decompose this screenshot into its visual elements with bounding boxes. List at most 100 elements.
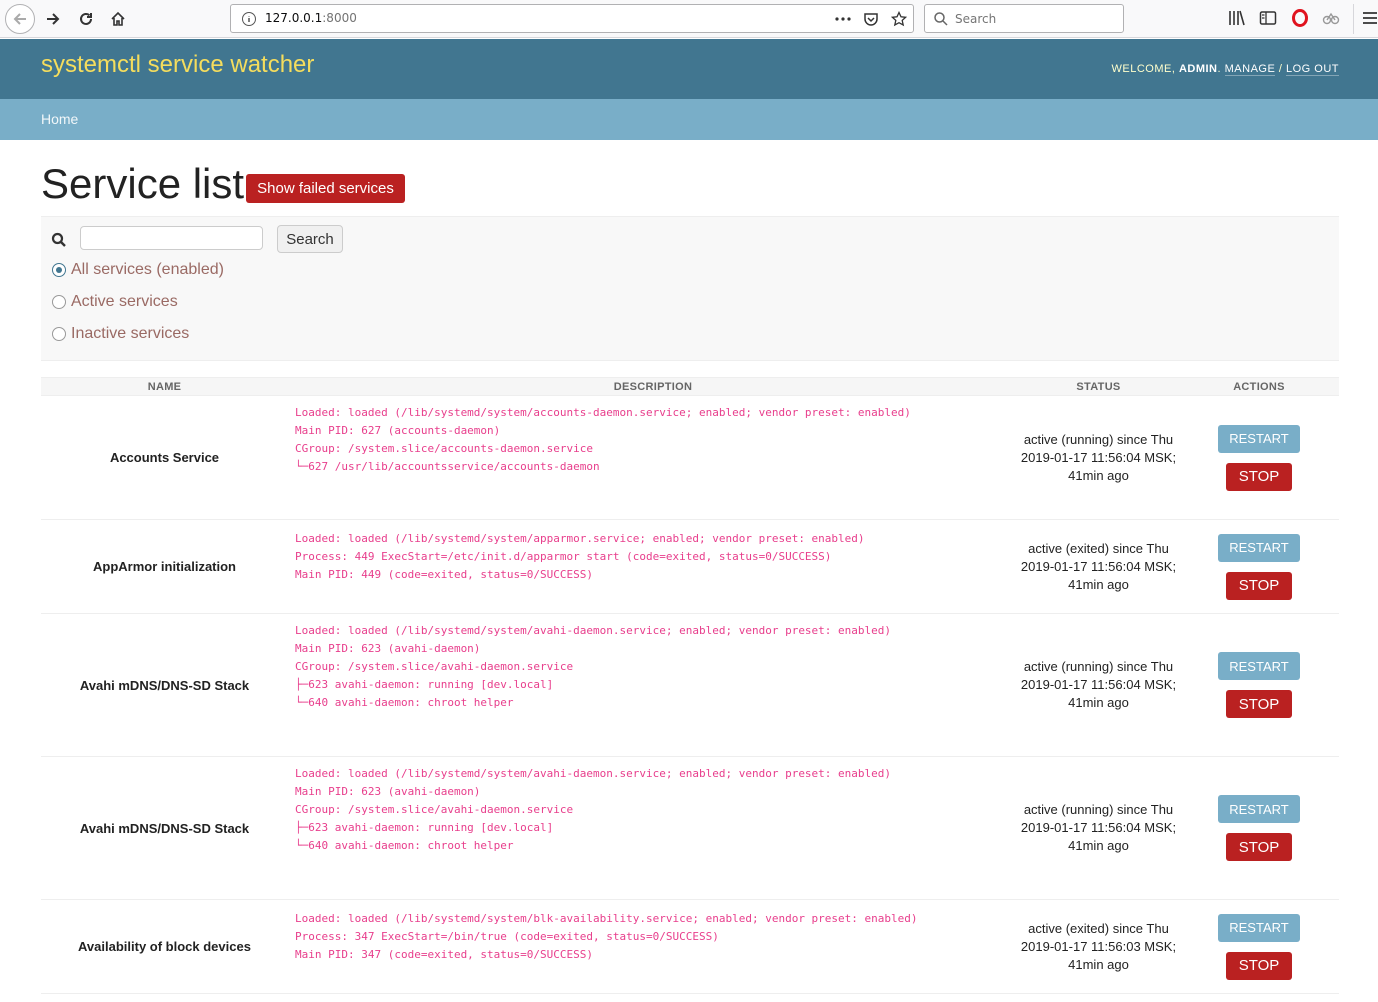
- status-line: 2019-01-17 11:56:03 MSK;: [1020, 938, 1177, 954]
- welcome-text: WELCOME,: [1111, 63, 1179, 75]
- service-name: Accounts Service: [41, 395, 288, 520]
- stop-button[interactable]: STOP: [1226, 833, 1292, 861]
- restart-button[interactable]: RESTART: [1218, 795, 1300, 823]
- service-name: Avahi mDNS/DNS-SD Stack: [41, 613, 288, 757]
- search-icon: [51, 232, 66, 247]
- info-icon[interactable]: [241, 11, 257, 27]
- filter-label-all[interactable]: All services (enabled): [71, 261, 224, 279]
- status-line: active (running) since Thu: [1023, 431, 1174, 447]
- status-line: 41min ago: [1068, 467, 1129, 483]
- service-actions: RESTART STOP: [1179, 519, 1339, 614]
- status-line: 41min ago: [1068, 695, 1129, 710]
- site-title[interactable]: systemctl service watcher: [41, 51, 314, 79]
- restart-button[interactable]: RESTART: [1218, 533, 1300, 562]
- username: ADMIN: [1178, 63, 1218, 75]
- show-failed-services-button[interactable]: Show failed services: [246, 174, 405, 203]
- description-line: Loaded: loaded (/lib/systemd/system/acco…: [295, 406, 911, 419]
- toolbar-divider: [1353, 4, 1354, 34]
- home-button[interactable]: [103, 4, 133, 34]
- search-button[interactable]: Search: [277, 225, 343, 253]
- description-line: CGroup: /system.slice/accounts-daemon.se…: [295, 442, 594, 455]
- logout-link[interactable]: LOG OUT: [1285, 63, 1339, 76]
- user-dot: .: [1217, 63, 1225, 75]
- sidebar-icon[interactable]: [1259, 9, 1277, 27]
- restart-button[interactable]: RESTART: [1218, 424, 1300, 453]
- user-tools: WELCOME, ADMIN. MANAGE / LOG OUT: [1111, 63, 1339, 76]
- forward-button[interactable]: [38, 4, 68, 34]
- browser-search-input[interactable]: [953, 10, 1113, 28]
- description-line: Main PID: 449 (code=exited, status=0/SUC…: [295, 568, 594, 581]
- user-tools-separator: /: [1275, 63, 1286, 75]
- status-line: 2019-01-17 11:56:04 MSK;: [1020, 820, 1177, 835]
- filter-label-active[interactable]: Active services: [71, 293, 178, 311]
- description-line: Process: 347 ExecStart=/bin/true (code=e…: [295, 930, 719, 943]
- service-status: active (exited) since Thu 2019-01-17 11:…: [1018, 899, 1179, 994]
- url-text[interactable]: 127.0.0.1:8000: [265, 11, 357, 25]
- column-header-description[interactable]: DESCRIPTION: [288, 377, 1018, 396]
- extension-icon[interactable]: [1322, 9, 1340, 27]
- stop-button[interactable]: STOP: [1226, 951, 1292, 980]
- description-line: ├─623 avahi-daemon: running [dev.local]: [295, 821, 554, 834]
- page-title: Service list: [41, 160, 245, 207]
- table-row: Avahi mDNS/DNS-SD Stack Loaded: loaded (…: [41, 613, 1339, 757]
- restart-button[interactable]: RESTART: [1218, 652, 1300, 680]
- description-line: Main PID: 623 (avahi-daemon): [295, 642, 481, 655]
- radio-active-services[interactable]: [52, 295, 66, 309]
- filter-option-active[interactable]: Active services: [52, 291, 178, 313]
- service-search-input[interactable]: [80, 226, 263, 250]
- browser-toolbar: 127.0.0.1:8000: [0, 0, 1378, 38]
- restart-button[interactable]: RESTART: [1218, 913, 1300, 942]
- search-icon: [934, 12, 948, 26]
- manage-link[interactable]: MANAGE: [1224, 63, 1276, 76]
- filter-option-all[interactable]: All services (enabled): [52, 259, 224, 281]
- page-actions-icon[interactable]: [835, 17, 851, 21]
- stop-button[interactable]: STOP: [1226, 690, 1292, 718]
- description-line: Main PID: 347 (code=exited, status=0/SUC…: [295, 948, 594, 961]
- home-icon: [111, 11, 125, 26]
- service-status: active (running) since Thu 2019-01-17 11…: [1018, 613, 1179, 757]
- back-button[interactable]: [5, 4, 35, 34]
- status-line: 41min ago: [1068, 576, 1129, 592]
- service-status: active (exited) since Thu 2019-01-17 11:…: [1018, 519, 1179, 614]
- back-arrow-icon: [13, 13, 26, 25]
- stop-button[interactable]: STOP: [1226, 571, 1292, 600]
- reload-button[interactable]: [71, 4, 101, 34]
- status-line: active (running) since Thu: [1023, 659, 1174, 674]
- service-actions: RESTART STOP: [1179, 395, 1339, 520]
- table-row: AppArmor initialization Loaded: loaded (…: [41, 519, 1339, 614]
- radio-all-services[interactable]: [52, 263, 66, 277]
- library-icon[interactable]: [1228, 9, 1246, 27]
- url-bar[interactable]: 127.0.0.1:8000: [230, 4, 914, 33]
- filter-panel: Search All services (enabled) Active ser…: [41, 216, 1339, 361]
- menu-icon[interactable]: [1362, 9, 1378, 27]
- browser-search-bar[interactable]: [924, 4, 1124, 33]
- status-line: active (exited) since Thu: [1028, 920, 1169, 936]
- filter-option-inactive[interactable]: Inactive services: [52, 323, 189, 345]
- service-description: Loaded: loaded (/lib/systemd/system/avah…: [288, 756, 1018, 900]
- pocket-icon[interactable]: [863, 11, 879, 27]
- stop-button[interactable]: STOP: [1226, 462, 1292, 491]
- filter-label-inactive[interactable]: Inactive services: [71, 325, 189, 343]
- service-name: Availability of block devices: [41, 899, 288, 994]
- service-actions: RESTART STOP: [1179, 899, 1339, 994]
- description-line: Main PID: 627 (accounts-daemon): [295, 424, 501, 437]
- status-line: 2019-01-17 11:56:04 MSK;: [1020, 449, 1177, 465]
- radio-inactive-services[interactable]: [52, 327, 66, 341]
- description-line: └─640 avahi-daemon: chroot helper: [295, 839, 514, 852]
- service-status: active (running) since Thu 2019-01-17 11…: [1018, 395, 1179, 520]
- description-line: Loaded: loaded (/lib/systemd/system/blk-…: [295, 912, 918, 925]
- breadcrumb-home-link[interactable]: Home: [41, 111, 78, 127]
- service-description: Loaded: loaded (/lib/systemd/system/acco…: [288, 395, 1018, 520]
- column-header-status[interactable]: STATUS: [1018, 377, 1179, 396]
- breadcrumb: Home: [0, 99, 1378, 140]
- reload-icon: [80, 12, 92, 25]
- column-header-name[interactable]: NAME: [41, 377, 288, 396]
- service-description: Loaded: loaded (/lib/systemd/system/avah…: [288, 613, 1018, 757]
- table-row: Availability of block devices Loaded: lo…: [41, 899, 1339, 994]
- status-line: 2019-01-17 11:56:04 MSK;: [1020, 558, 1177, 574]
- description-line: CGroup: /system.slice/avahi-daemon.servi…: [295, 660, 574, 673]
- opera-icon[interactable]: [1291, 9, 1309, 27]
- bookmark-star-icon[interactable]: [891, 11, 907, 27]
- service-description: Loaded: loaded (/lib/systemd/system/appa…: [288, 519, 1018, 614]
- description-line: Loaded: loaded (/lib/systemd/system/avah…: [295, 767, 892, 780]
